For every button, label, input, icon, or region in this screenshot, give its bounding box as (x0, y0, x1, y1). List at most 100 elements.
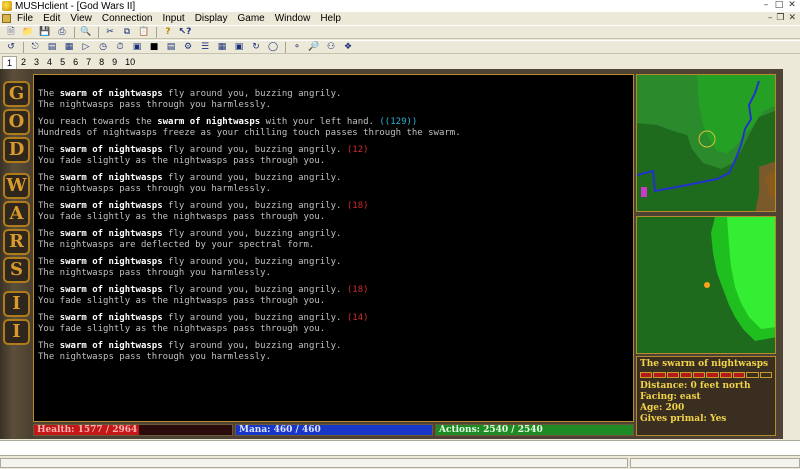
config-icon[interactable]: ⚙ (181, 41, 195, 53)
mob-name: swarm of nightwasps (59, 257, 163, 267)
output-text: The (38, 313, 60, 323)
mana-bar: Mana: 460 / 460 (235, 424, 433, 436)
close-icon[interactable]: ✕ (786, 1, 798, 11)
mdi-restore-icon[interactable]: ❐ (776, 13, 784, 23)
menu-file[interactable]: File (17, 13, 33, 24)
mdi-controls: – ❐ ✕ (768, 13, 796, 23)
output-text: You fade slightly as the nightwasps pass… (38, 156, 326, 166)
local-map[interactable] (636, 216, 776, 354)
output-text: The (38, 341, 60, 351)
find-icon[interactable]: 🔎 (307, 41, 321, 53)
notepad-icon[interactable]: ▦ (62, 41, 76, 53)
output-text: Hundreds of nightwasps freeze as your ch… (38, 128, 461, 138)
paste-icon[interactable]: 📋 (137, 26, 151, 38)
mud-output-window[interactable]: The swarm of nightwasps fly around you, … (33, 74, 634, 422)
maximize-icon[interactable]: □ (773, 1, 785, 11)
output-text: You fade slightly as the nightwasps pass… (38, 296, 326, 306)
menu-edit[interactable]: Edit (43, 13, 60, 24)
tab-6[interactable]: 6 (69, 56, 82, 69)
app-icon[interactable] (2, 1, 12, 11)
tab-9[interactable]: 9 (108, 56, 121, 69)
new-icon[interactable]: 🗎 (4, 26, 18, 38)
menu-input[interactable]: Input (162, 13, 184, 24)
command-input[interactable] (0, 440, 800, 456)
output-text: with your left hand. (260, 117, 380, 127)
mob-name: swarm of nightwasps (157, 117, 261, 127)
table-icon[interactable]: ▦ (215, 41, 229, 53)
overview-map[interactable] (636, 74, 776, 212)
tab-8[interactable]: 8 (95, 56, 108, 69)
tools-icon[interactable]: ❖ (341, 41, 355, 53)
status-pane-main (0, 458, 628, 468)
cut-icon[interactable]: ✂ (103, 26, 117, 38)
menu-window[interactable]: Window (275, 13, 311, 24)
menu-help[interactable]: Help (320, 13, 341, 24)
mdi-minimize-icon[interactable]: – (768, 13, 773, 23)
timers-icon[interactable]: ⏱ (113, 41, 127, 53)
menu-game[interactable]: Game (238, 13, 265, 24)
target-health-segment (746, 372, 759, 378)
menu-display[interactable]: Display (195, 13, 228, 24)
mob-name: swarm of nightwasps (59, 145, 163, 155)
list-icon[interactable]: ☰ (198, 41, 212, 53)
mushclient-window: MUSHclient - [God Wars II] – □ ✕ File Ed… (0, 0, 800, 469)
status-pane-right (630, 458, 800, 468)
actions-bar: Actions: 2540 / 2540 (435, 424, 634, 436)
world-icon[interactable]: ■ (147, 41, 161, 53)
title-bar[interactable]: MUSHclient - [God Wars II] – □ ✕ (0, 0, 800, 12)
help-icon[interactable]: ? (161, 26, 175, 38)
tab-7[interactable]: 7 (82, 56, 95, 69)
mob-name: swarm of nightwasps (59, 201, 163, 211)
banner-letter-w: W (3, 173, 30, 199)
output-text: fly around you, buzzing angrily. (162, 201, 347, 211)
connect-icon[interactable]: ↺ (4, 41, 18, 53)
aliases-icon[interactable]: ◷ (96, 41, 110, 53)
scripts-icon[interactable]: ▤ (164, 41, 178, 53)
mob-name: swarm of nightwasps (59, 341, 163, 351)
document-icon[interactable] (2, 14, 11, 23)
run-icon[interactable]: ◯ (266, 41, 280, 53)
output-line: You fade slightly as the nightwasps pass… (38, 296, 633, 307)
stop-icon[interactable]: ⚬ (290, 41, 304, 53)
disconnect-icon[interactable]: ⎋ (28, 41, 42, 53)
mob-name: swarm of nightwasps (59, 285, 163, 295)
context-help-icon[interactable]: ↖? (178, 26, 192, 38)
open-icon[interactable]: 📁 (21, 26, 35, 38)
output-text: You fade slightly as the nightwasps pass… (38, 324, 326, 334)
output-text: fly around you, buzzing angrily. (162, 229, 342, 239)
mdi-close-icon[interactable]: ✕ (788, 13, 796, 23)
tab-3[interactable]: 3 (30, 56, 43, 69)
output-scrollbar[interactable] (783, 69, 800, 439)
output-text: fly around you, buzzing angrily. (162, 89, 342, 99)
tab-1[interactable]: 1 (2, 56, 18, 69)
mob-name: swarm of nightwasps (59, 173, 163, 183)
tab-2[interactable]: 2 (17, 56, 30, 69)
target-facing: Facing: east (640, 392, 701, 402)
menu-bar: File Edit View Connection Input Display … (0, 12, 800, 25)
toolbar-separator (156, 26, 157, 38)
menu-connection[interactable]: Connection (102, 13, 153, 24)
banner-letter-i1: I (3, 291, 30, 317)
print-icon[interactable]: ⎙ (55, 26, 69, 38)
tab-4[interactable]: 4 (43, 56, 56, 69)
variables-icon[interactable]: ▣ (130, 41, 144, 53)
save-icon[interactable]: 💾 (38, 26, 52, 38)
binoculars-icon[interactable]: ⚇ (324, 41, 338, 53)
log-icon[interactable]: ▤ (45, 41, 59, 53)
output-line: You fade slightly as the nightwasps pass… (38, 156, 633, 167)
target-health-segment (666, 372, 679, 378)
output-line: The swarm of nightwasps fly around you, … (38, 173, 633, 184)
tab-5[interactable]: 5 (56, 56, 69, 69)
target-primal: Gives primal: Yes (640, 414, 727, 424)
map-icon[interactable]: ▣ (232, 41, 246, 53)
minimize-icon[interactable]: – (760, 1, 772, 11)
copy-icon[interactable]: ⧉ (120, 26, 134, 38)
overview-map-graphic (637, 75, 775, 211)
preview-icon[interactable]: 🔍 (79, 26, 93, 38)
triggers-icon[interactable]: ▷ (79, 41, 93, 53)
reload-icon[interactable]: ↻ (249, 41, 263, 53)
output-text: The nightwasps pass through you harmless… (38, 100, 271, 110)
target-health-segment (759, 372, 772, 378)
menu-view[interactable]: View (70, 13, 92, 24)
tab-10[interactable]: 10 (121, 56, 139, 69)
